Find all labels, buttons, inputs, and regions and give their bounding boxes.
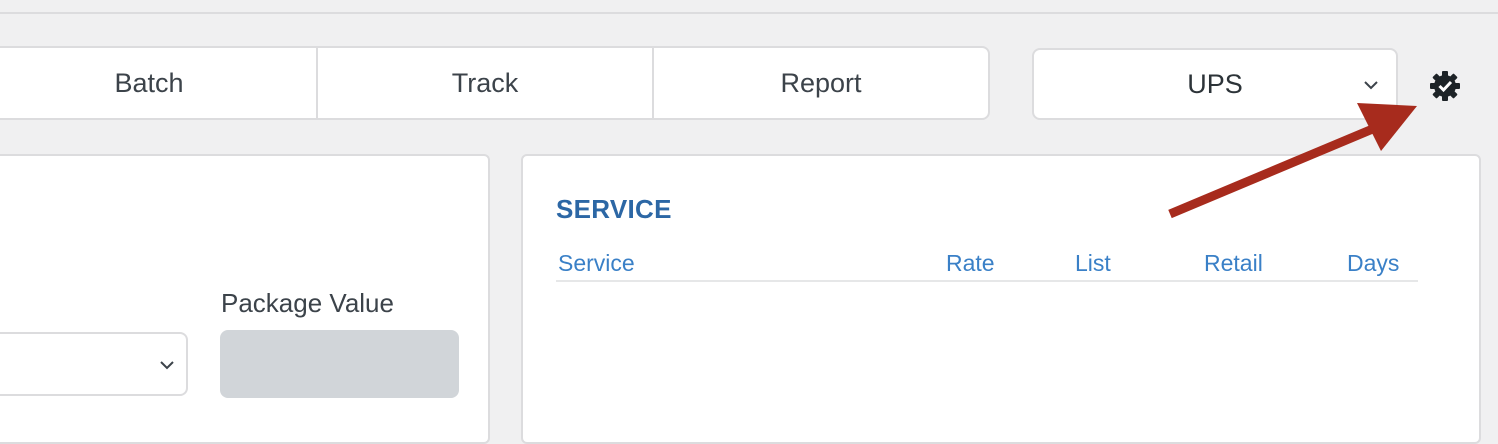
tab-batch[interactable]: Batch (0, 48, 318, 118)
column-header-retail: Retail (1204, 250, 1263, 276)
column-header-service: Service (558, 250, 635, 276)
column-header-list: List (1075, 250, 1111, 276)
tab-track[interactable]: Track (318, 48, 654, 118)
carrier-select-value: UPS (1187, 68, 1243, 99)
chevron-down-icon (1364, 81, 1378, 90)
service-table-header: Service Rate List Retail Days (556, 248, 1418, 282)
service-title: SERVICE (556, 194, 672, 224)
column-header-days: Days (1347, 250, 1400, 276)
top-divider (0, 12, 1498, 14)
package-select[interactable] (0, 332, 188, 396)
tab-report[interactable]: Report (654, 48, 988, 118)
column-header-rate: Rate (946, 250, 995, 276)
main-tabs: Batch Track Report (0, 46, 990, 120)
chevron-down-icon (160, 361, 174, 370)
carrier-select[interactable]: UPS (1032, 48, 1398, 120)
package-value-input[interactable] (220, 330, 459, 398)
package-value-label: Package Value (221, 288, 394, 318)
settings-gear-icon[interactable] (1429, 70, 1461, 102)
